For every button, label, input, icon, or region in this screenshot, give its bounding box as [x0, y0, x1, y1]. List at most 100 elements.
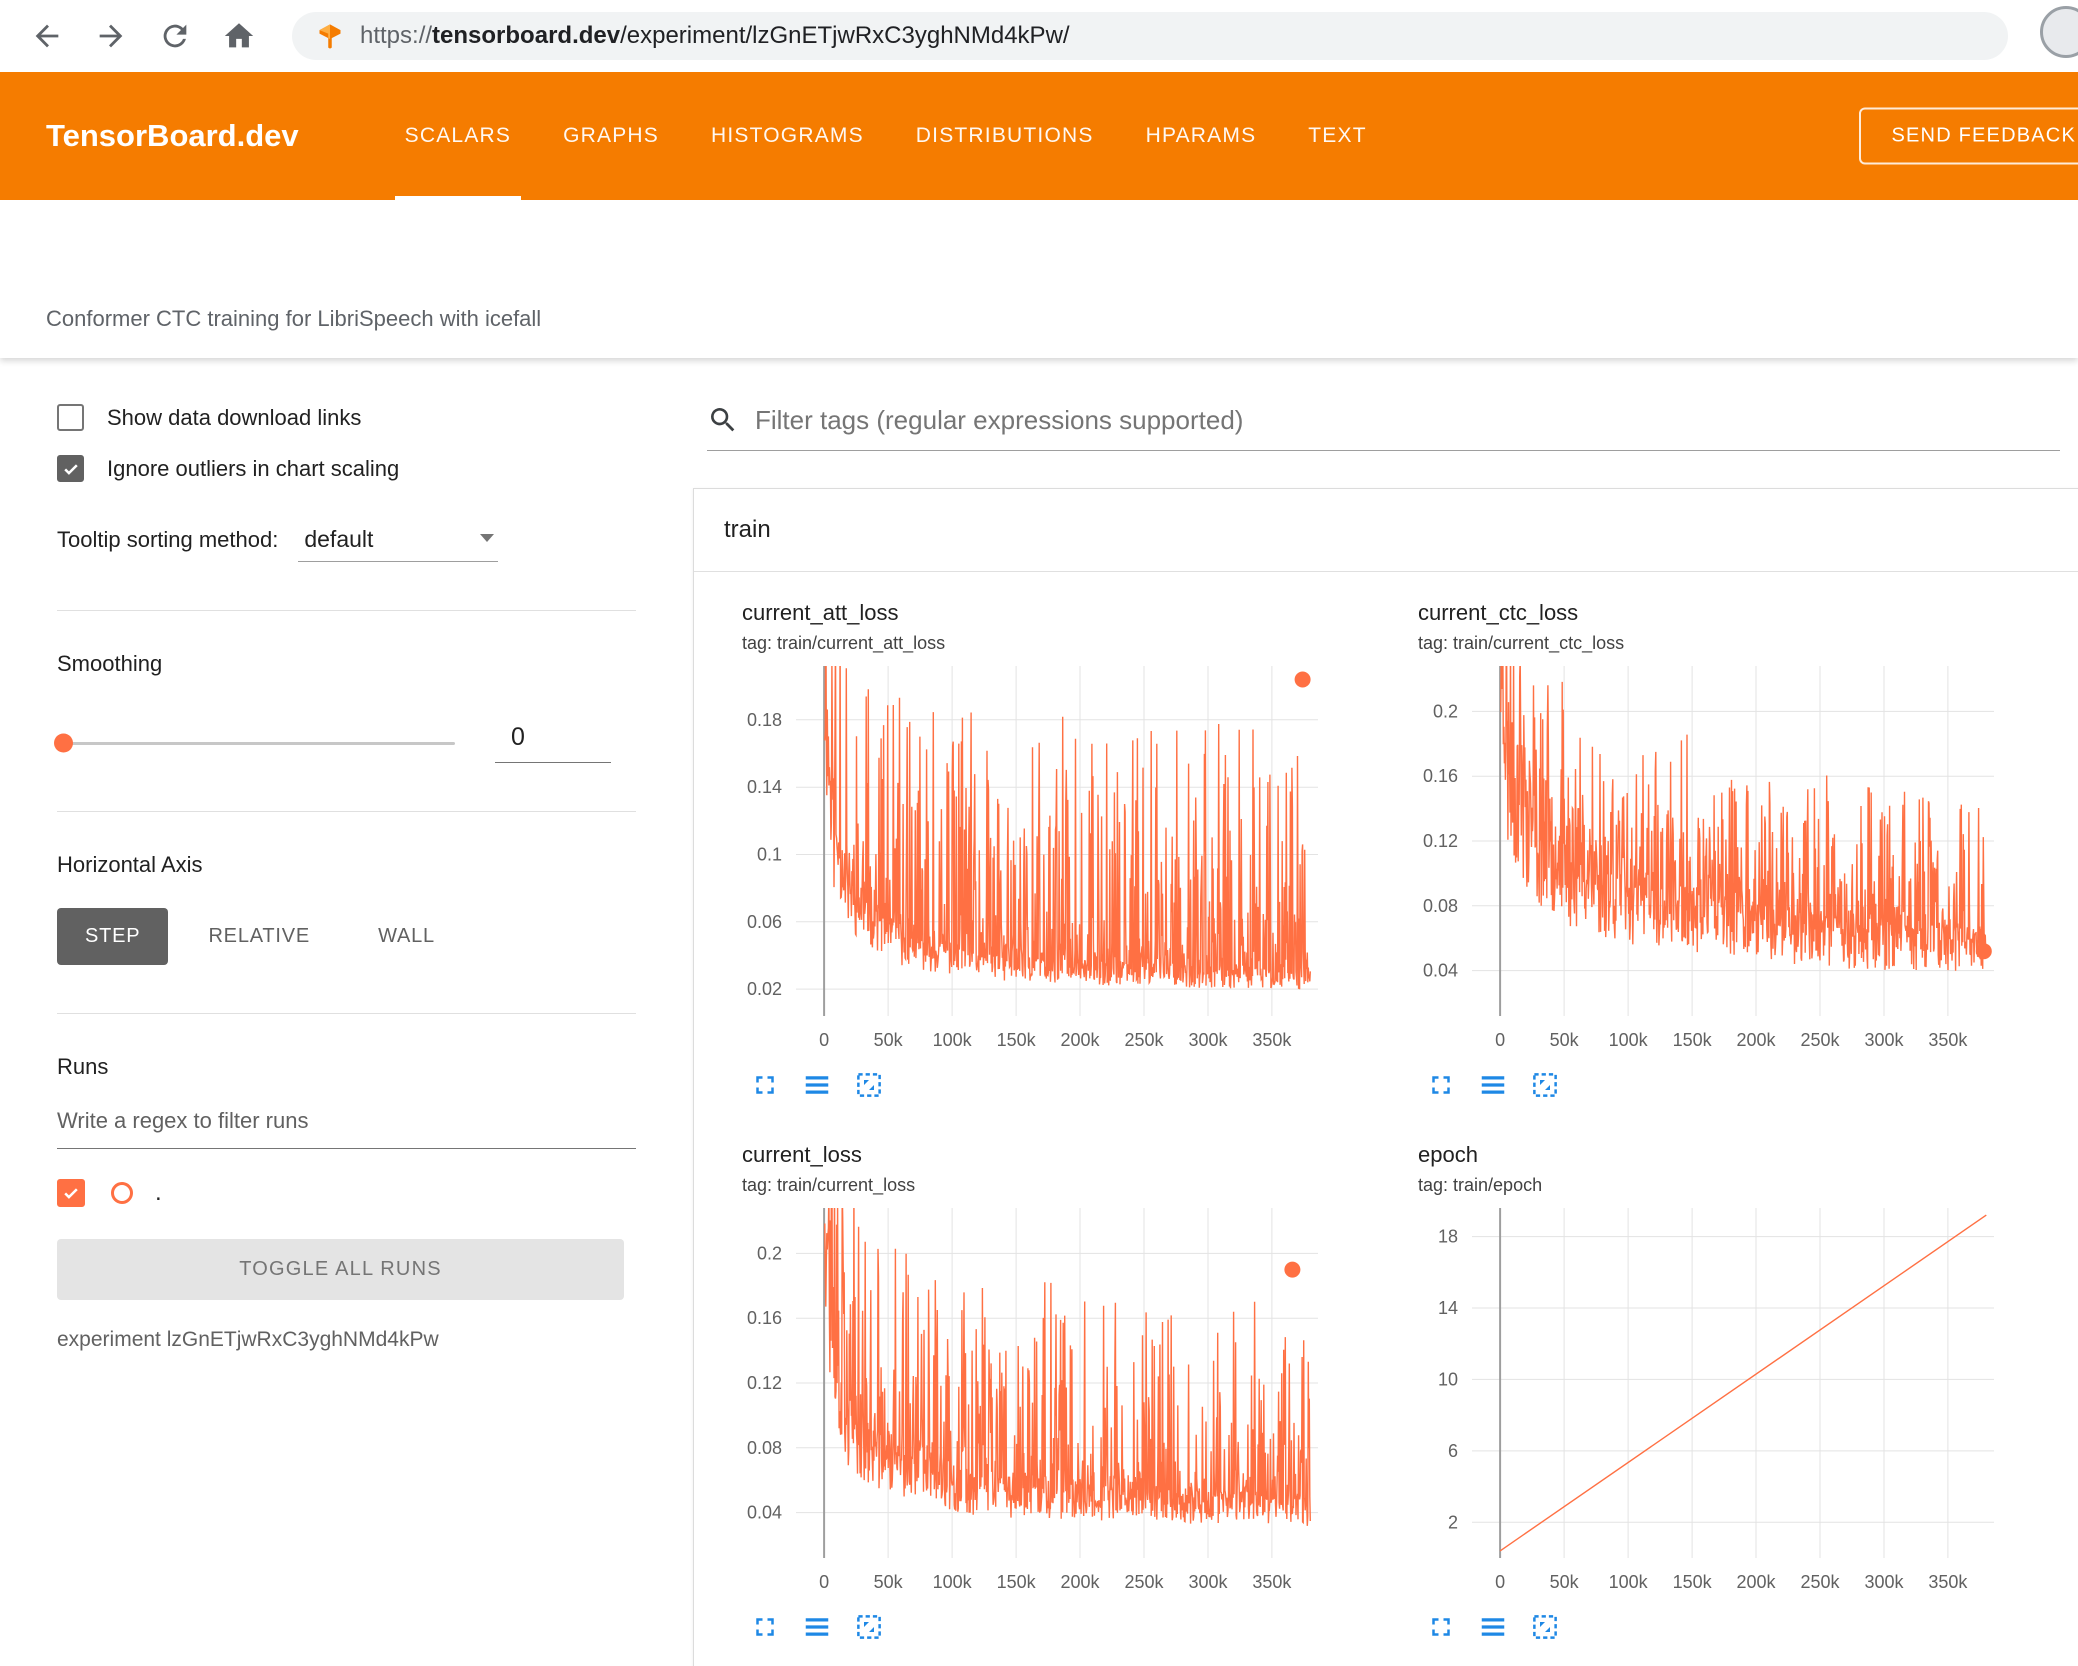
chart-plot-current_loss[interactable]: 0.04 0.08 0.12 0.16 0.2 0 50k 100k 150k 200k 250k 3…: [704, 1200, 1344, 1598]
smoothing-slider-thumb[interactable]: [54, 733, 73, 753]
svg-text:6: 6: [1448, 1441, 1458, 1461]
svg-text:50k: 50k: [874, 1572, 904, 1592]
final-value-dot: [1294, 671, 1311, 688]
chart-plot-current_att_loss[interactable]: 0.02 0.06 0.1 0.14 0.18 0 50k 100k 150k 200k 250k 3…: [704, 658, 1344, 1056]
svg-text:100k: 100k: [933, 1030, 973, 1050]
show-download-row: Show data download links: [57, 404, 636, 431]
runs-filter-input[interactable]: [57, 1108, 636, 1149]
svg-text:150k: 150k: [997, 1030, 1037, 1050]
chart-toolbar: [1426, 1070, 2056, 1100]
svg-text:100k: 100k: [1609, 1572, 1649, 1592]
expand-icon[interactable]: [750, 1070, 780, 1100]
chart-tag: tag: train/epoch: [1418, 1175, 1543, 1195]
horizontal-axis-buttons: STEP RELATIVE WALL: [57, 908, 636, 965]
svg-text:0.08: 0.08: [1423, 896, 1458, 916]
svg-text:14: 14: [1438, 1298, 1458, 1318]
forward-icon[interactable]: [94, 19, 128, 53]
run-color-icon[interactable]: [111, 1182, 133, 1204]
card-title[interactable]: train: [694, 489, 2078, 572]
final-value-dot: [1284, 1261, 1301, 1278]
lines-icon[interactable]: [1478, 1070, 1508, 1100]
divider: [57, 610, 636, 611]
chart-toolbar: [1426, 1612, 2056, 1642]
tab-text[interactable]: TEXT: [1282, 72, 1392, 200]
filter-tags-row: [707, 404, 2060, 451]
tooltip-sorting-select[interactable]: default: [298, 526, 499, 562]
svg-text:300k: 300k: [1188, 1572, 1228, 1592]
tab-histograms[interactable]: HISTOGRAMS: [685, 72, 890, 200]
chart-title: current_ctc_loss: [1418, 600, 1579, 625]
axis-step-button[interactable]: STEP: [57, 908, 169, 965]
smoothing-slider[interactable]: [54, 733, 455, 753]
main-content: train current_att_loss tag: train/current…: [693, 358, 2078, 1666]
chart-tag: tag: train/current_att_loss: [742, 633, 946, 653]
chart-plot-epoch[interactable]: 2 6 10 14 18 0 50k 100k 150k 200k 250k 300k 350k: [1380, 1200, 2020, 1598]
expand-icon[interactable]: [1426, 1070, 1456, 1100]
svg-text:0.18: 0.18: [747, 710, 782, 730]
run-checkbox[interactable]: [57, 1179, 85, 1207]
svg-text:0.02: 0.02: [747, 979, 782, 999]
svg-text:0: 0: [1495, 1572, 1505, 1592]
send-feedback-button[interactable]: SEND FEEDBACK: [1859, 107, 2078, 165]
svg-text:0.2: 0.2: [757, 1243, 782, 1263]
fit-domain-icon[interactable]: [1530, 1070, 1560, 1100]
show-download-checkbox[interactable]: [57, 404, 84, 431]
toggle-all-runs-button[interactable]: TOGGLE ALL RUNS: [57, 1239, 624, 1300]
svg-text:0.06: 0.06: [747, 912, 782, 932]
smoothing-slider-row: 0: [54, 723, 636, 763]
home-icon[interactable]: [222, 19, 256, 53]
divider: [57, 1013, 636, 1014]
svg-text:2: 2: [1448, 1512, 1458, 1532]
lines-icon[interactable]: [1478, 1612, 1508, 1642]
svg-text:250k: 250k: [1124, 1030, 1164, 1050]
url-domain: tensorboard.dev: [432, 22, 621, 49]
brand-logo[interactable]: TensorBoard.dev: [46, 118, 299, 154]
site-favicon: [316, 22, 344, 50]
svg-text:0.04: 0.04: [1423, 961, 1458, 981]
expand-icon[interactable]: [750, 1612, 780, 1642]
chart-title: current_loss: [742, 1142, 862, 1167]
axis-relative-button[interactable]: RELATIVE: [180, 908, 338, 965]
reload-icon[interactable]: [158, 19, 192, 53]
axis-wall-button[interactable]: WALL: [350, 908, 463, 965]
tab-scalars[interactable]: SCALARS: [379, 72, 537, 200]
svg-text:300k: 300k: [1864, 1572, 1904, 1592]
chart-toolbar: [750, 1612, 1380, 1642]
fit-domain-icon[interactable]: [1530, 1612, 1560, 1642]
fit-domain-icon[interactable]: [854, 1070, 884, 1100]
ignore-outliers-checkbox[interactable]: [57, 455, 84, 482]
chart-plot-current_ctc_loss[interactable]: 0.04 0.08 0.12 0.16 0.2 0 50k 100k 150k 200k 250k 3…: [1380, 658, 2020, 1056]
tab-graphs[interactable]: GRAPHS: [537, 72, 685, 200]
svg-text:250k: 250k: [1800, 1572, 1840, 1592]
svg-text:0.1: 0.1: [757, 845, 782, 865]
tooltip-sorting-row: Tooltip sorting method: default: [57, 526, 636, 562]
smoothing-value-field[interactable]: 0: [495, 723, 611, 763]
svg-text:150k: 150k: [1673, 1572, 1713, 1592]
tab-distributions[interactable]: DISTRIBUTIONS: [890, 72, 1120, 200]
svg-text:0.04: 0.04: [747, 1503, 782, 1523]
dropdown-caret-icon: [480, 533, 495, 542]
svg-text:200k: 200k: [1736, 1030, 1776, 1050]
avatar[interactable]: [2040, 6, 2078, 58]
svg-text:0.12: 0.12: [1423, 831, 1458, 851]
tab-hparams[interactable]: HPARAMS: [1120, 72, 1283, 200]
lines-icon[interactable]: [802, 1070, 832, 1100]
address-bar[interactable]: https://tensorboard.dev/experiment/lzGnE…: [292, 12, 2008, 60]
header-tabs: SCALARS GRAPHS HISTOGRAMS DISTRIBUTIONS HPAR…: [379, 72, 1393, 200]
svg-text:10: 10: [1438, 1369, 1458, 1389]
fit-domain-icon[interactable]: [854, 1612, 884, 1642]
horizontal-axis-label: Horizontal Axis: [57, 852, 203, 877]
svg-text:0: 0: [819, 1572, 829, 1592]
filter-tags-input[interactable]: [755, 404, 2060, 436]
chart-tag: tag: train/current_ctc_loss: [1418, 633, 1625, 653]
app-header: TensorBoard.dev SCALARS GRAPHS HISTOGRAMS D…: [0, 72, 2078, 200]
svg-text:50k: 50k: [874, 1030, 904, 1050]
svg-text:200k: 200k: [1060, 1030, 1100, 1050]
chart-title: epoch: [1418, 1142, 1478, 1167]
tooltip-sorting-value: default: [304, 526, 374, 552]
lines-icon[interactable]: [802, 1612, 832, 1642]
back-icon[interactable]: [30, 19, 64, 53]
svg-text:300k: 300k: [1188, 1030, 1228, 1050]
svg-text:200k: 200k: [1060, 1572, 1100, 1592]
expand-icon[interactable]: [1426, 1612, 1456, 1642]
